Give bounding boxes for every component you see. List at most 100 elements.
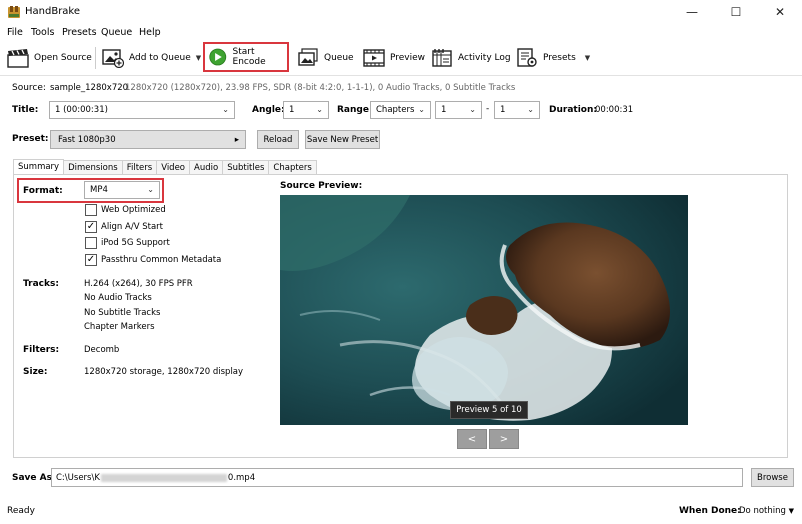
when-done-select[interactable]: Do nothing ▼ <box>739 506 794 516</box>
open-source-label: Open Source <box>34 53 92 63</box>
track-subtitles: No Subtitle Tracks <box>84 308 161 318</box>
tab-strip: Summary Dimensions Filters Video Audio S… <box>13 159 317 174</box>
title-label: Title: <box>12 105 39 115</box>
presets-settings-icon <box>517 48 537 67</box>
range-label: Range: <box>337 105 373 115</box>
chevron-down-icon[interactable]: ▼ <box>196 54 201 62</box>
menu-bar: File Tools Presets Queue Help <box>0 25 802 41</box>
queue-images-icon <box>298 48 318 66</box>
toolbar-separator <box>95 47 96 69</box>
chevron-down-icon: ▼ <box>788 507 794 515</box>
save-as-input[interactable]: C:\Users\K 0.mp4 <box>51 468 743 487</box>
tab-filters[interactable]: Filters <box>121 160 158 174</box>
tab-summary[interactable]: Summary <box>13 159 65 174</box>
previous-preview-button[interactable]: < <box>457 429 487 449</box>
web-optimized-option[interactable]: Web Optimized <box>85 203 166 217</box>
format-label: Format: <box>23 186 63 196</box>
blurred-path <box>100 473 227 482</box>
close-button[interactable]: ✕ <box>758 0 802 24</box>
range-end-select[interactable]: 1 ⌄ <box>494 101 540 119</box>
chevron-down-icon: ⌄ <box>469 105 476 114</box>
passthru-metadata-option[interactable]: ✓ Passthru Common Metadata <box>85 253 221 267</box>
menu-presets[interactable]: Presets <box>62 27 97 38</box>
passthru-metadata-checkbox[interactable]: ✓ <box>85 254 97 266</box>
tab-audio[interactable]: Audio <box>189 160 224 174</box>
menu-help[interactable]: Help <box>139 27 161 38</box>
activity-log-icon <box>432 49 452 67</box>
save-new-preset-button[interactable]: Save New Preset <box>305 130 380 149</box>
play-icon <box>209 48 227 66</box>
source-preview-label: Source Preview: <box>280 181 363 191</box>
preview-counter: Preview 5 of 10 <box>450 401 528 419</box>
filters-value: Decomb <box>84 345 120 355</box>
browse-button[interactable]: Browse <box>751 468 794 487</box>
status-bar: Ready When Done: Do nothing ▼ <box>0 500 802 524</box>
format-select[interactable]: MP4 ⌄ <box>84 181 160 199</box>
start-encode-button[interactable]: Start Encode <box>203 42 289 72</box>
maximize-button[interactable]: ☐ <box>714 0 758 24</box>
size-value: 1280x720 storage, 1280x720 display <box>84 367 244 377</box>
presets-button[interactable]: Presets ▼ <box>513 44 593 72</box>
preview-button[interactable]: Preview <box>360 44 428 72</box>
chevron-right-icon: ▸ <box>234 134 239 145</box>
preview-label: Preview <box>390 53 426 63</box>
angle-label: Angle: <box>252 105 285 115</box>
toolbar: Open Source Add to Queue ▼ Start Encode … <box>0 41 802 76</box>
tab-dimensions[interactable]: Dimensions <box>63 160 123 174</box>
menu-queue[interactable]: Queue <box>101 27 132 38</box>
range-type-select[interactable]: Chapters ⌄ <box>370 101 431 119</box>
source-info: 1280x720 (1280x720), 23.98 FPS, SDR (8-b… <box>125 83 516 93</box>
open-source-button[interactable]: Open Source <box>4 44 95 72</box>
ipod-5g-checkbox[interactable] <box>85 237 97 249</box>
range-start-select[interactable]: 1 ⌄ <box>435 101 482 119</box>
title-select[interactable]: 1 (00:00:31) ⌄ <box>49 101 235 119</box>
range-dash: - <box>486 104 490 114</box>
size-label: Size: <box>23 367 48 377</box>
window-title: HandBrake <box>25 6 81 17</box>
title-bar: HandBrake — ☐ ✕ <box>0 0 802 24</box>
clapperboard-icon <box>7 49 29 68</box>
chevron-down-icon: ⌄ <box>316 105 323 114</box>
angle-select[interactable]: 1 ⌄ <box>283 101 329 119</box>
tracks-label: Tracks: <box>23 279 59 289</box>
filters-label: Filters: <box>23 345 60 355</box>
when-done-label: When Done: <box>679 506 741 516</box>
web-optimized-checkbox[interactable] <box>85 204 97 216</box>
menu-tools[interactable]: Tools <box>31 27 54 38</box>
handbrake-logo-icon <box>8 6 20 18</box>
preset-selector[interactable]: Fast 1080p30 ▸ <box>50 130 246 149</box>
status-text: Ready <box>7 506 35 516</box>
save-as-label: Save As: <box>12 473 56 483</box>
track-audio: No Audio Tracks <box>84 293 152 303</box>
track-chapters: Chapter Markers <box>84 322 155 332</box>
chevron-down-icon: ⌄ <box>527 105 534 114</box>
add-to-queue-button[interactable]: Add to Queue ▼ <box>99 44 204 72</box>
film-preview-icon <box>363 49 385 67</box>
aerial-coast-image <box>280 195 688 425</box>
next-preview-button[interactable]: > <box>489 429 519 449</box>
queue-label: Queue <box>324 53 354 63</box>
queue-button[interactable]: Queue <box>294 44 357 72</box>
minimize-button[interactable]: — <box>670 0 714 24</box>
align-av-start-checkbox[interactable]: ✓ <box>85 221 97 233</box>
menu-file[interactable]: File <box>7 27 23 38</box>
track-video: H.264 (x264), 30 FPS PFR <box>84 279 193 289</box>
duration-value: 00:00:31 <box>595 105 634 115</box>
tab-subtitles[interactable]: Subtitles <box>222 160 270 174</box>
source-preview-image: Preview 5 of 10 <box>280 195 688 425</box>
chevron-down-icon: ⌄ <box>222 105 229 114</box>
source-label: Source: <box>12 83 46 93</box>
chevron-down-icon[interactable]: ▼ <box>585 54 590 62</box>
chevron-down-icon: ⌄ <box>418 105 425 114</box>
add-to-queue-label: Add to Queue <box>129 53 191 63</box>
reload-button[interactable]: Reload <box>257 130 299 149</box>
activity-log-button[interactable]: Activity Log <box>428 44 514 72</box>
presets-label: Presets <box>543 53 576 63</box>
add-image-icon <box>102 49 124 68</box>
tab-video[interactable]: Video <box>156 160 191 174</box>
source-name: sample_1280x720 <box>50 83 129 93</box>
align-av-start-option[interactable]: ✓ Align A/V Start <box>85 220 163 234</box>
start-encode-label: Start Encode <box>232 47 266 67</box>
tab-chapters[interactable]: Chapters <box>268 160 317 174</box>
ipod-5g-option[interactable]: iPod 5G Support <box>85 236 170 250</box>
